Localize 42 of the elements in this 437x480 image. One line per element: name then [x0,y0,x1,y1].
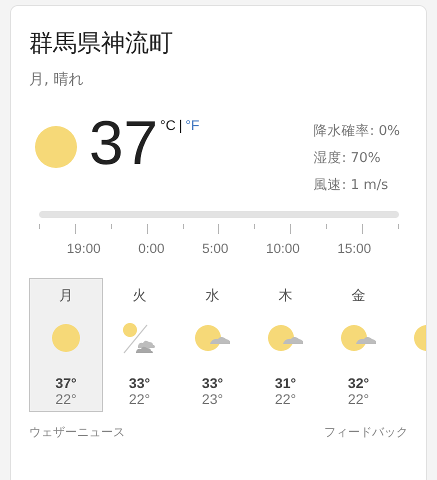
high-temperature: 37° [55,375,77,391]
day-forecast[interactable]: 火 33° 22° [103,278,176,412]
time-label: 15:00 [337,241,372,256]
low-temperature: 22° [128,391,150,407]
weather-detail: 湿度: 70% [314,149,382,168]
fahrenheit-toggle[interactable]: °F [185,117,200,133]
weather-detail: 風速: 1 m/s [314,176,390,195]
weather-detail: 降水確率: 0% [314,122,400,141]
day-forecast[interactable]: 月 37° 22° [29,278,103,412]
unit-separator: | [178,117,182,133]
day-label: 火 [132,287,146,306]
time-label: 19:00 [66,241,101,256]
current-temperature: 37 [89,113,158,175]
day-forecast[interactable]: 木 31° 22° [249,278,322,412]
low-temperature: 22° [348,391,370,407]
feedback-link[interactable]: フィードバック [324,424,408,441]
sun-icon [35,126,77,168]
high-temperature: 31° [274,375,296,391]
day-forecast[interactable]: 金 32° 22° [322,278,395,412]
sun-and-cloud-icon [122,322,158,354]
sun-icon [51,323,81,353]
day-label: 木 [278,287,292,306]
day-label: 水 [206,287,220,306]
time-label: 5:00 [202,241,228,256]
sun-and-cloud-icon [268,324,304,352]
source-link[interactable]: ウェザーニュース [29,424,125,441]
day-forecast[interactable]: 水 33° 23° [176,278,249,412]
sun-and-cloud-icon [194,324,230,352]
low-temperature: 22° [55,391,77,407]
high-temperature: 33° [128,375,150,391]
day-label: 金 [352,287,366,306]
sun-and-cloud-icon [340,324,376,352]
weather-summary: 月, 晴れ [28,70,85,89]
celsius-toggle[interactable]: °C [160,117,176,133]
day-label: 月 [59,287,73,306]
low-temperature: 22° [274,391,296,407]
time-label: 0:00 [138,241,164,256]
high-temperature: 32° [348,375,370,391]
high-temperature: 33° [202,375,224,391]
time-label: 10:00 [266,241,300,256]
location-title: 群馬県神流町 [28,28,174,58]
low-temperature: 23° [202,391,224,407]
